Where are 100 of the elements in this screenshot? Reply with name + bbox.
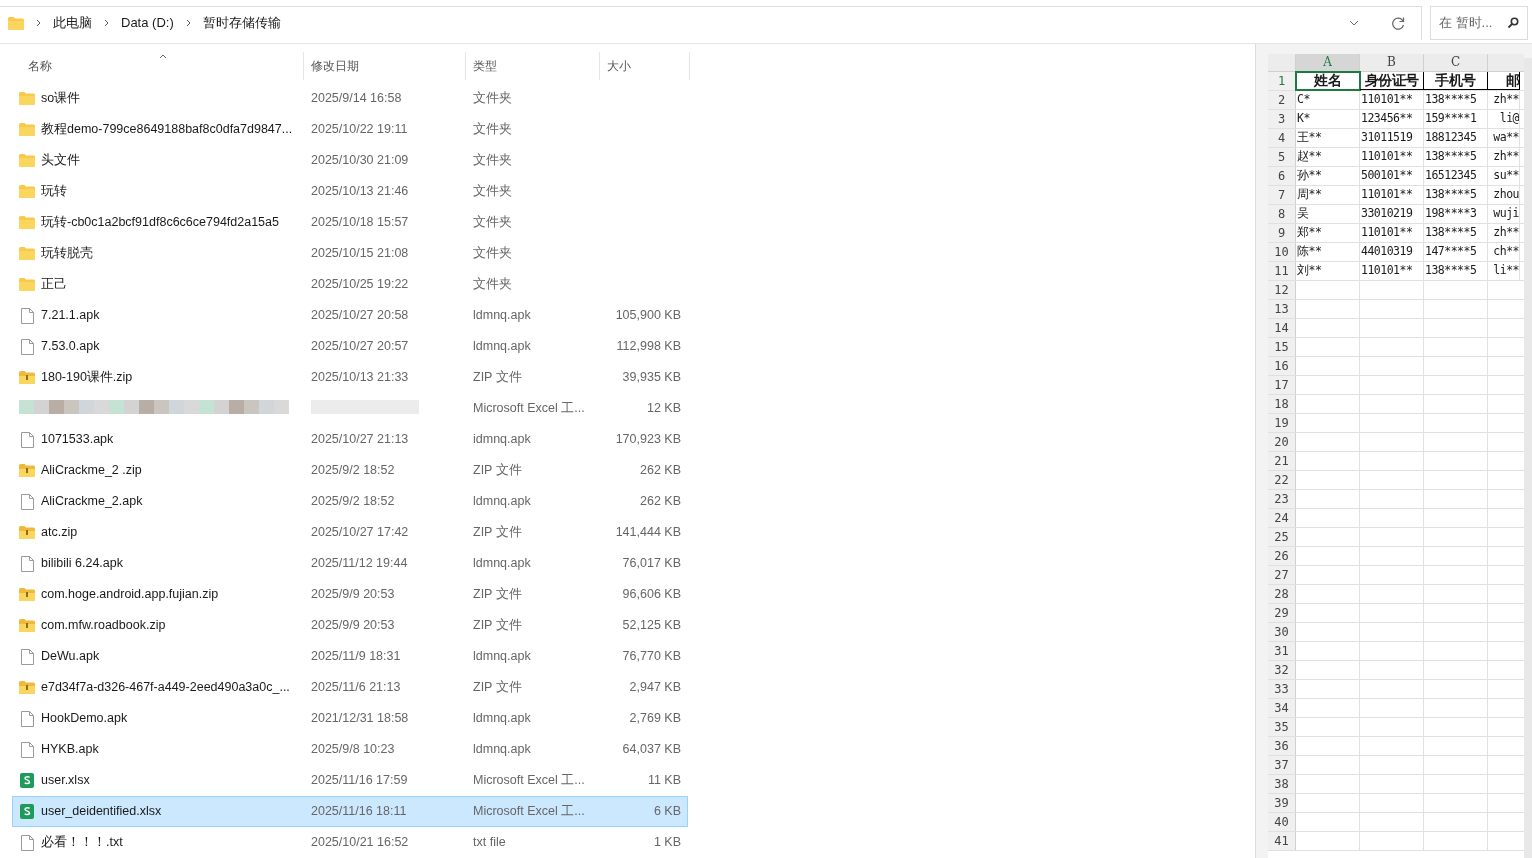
spreadsheet-cell: zh**	[1488, 91, 1520, 109]
file-size: 12 KB	[646, 400, 681, 418]
file-row[interactable]: atc.zip 2025/10/27 17:42 ZIP 文件 141,444 KB	[12, 517, 688, 548]
row-number: 25	[1268, 528, 1296, 546]
file-row[interactable]: 玩转 2025/10/13 21:46 文件夹	[12, 176, 688, 207]
file-row[interactable]: 教程demo-799ce8649188baf8c0dfa7d9847... 2025/10/22 19:11 文件夹	[12, 114, 688, 145]
spreadsheet-cell: 138****5	[1424, 224, 1488, 242]
chevron-down-icon[interactable]	[1349, 20, 1359, 26]
file-row[interactable]: 180-190课件.zip 2025/10/13 21:33 ZIP 文件 39,935 KB	[12, 362, 688, 393]
modified-date: 2025/9/2 18:52	[311, 463, 395, 478]
file-row[interactable]: 正己 2025/10/25 19:22 文件夹	[12, 269, 688, 300]
file-type: ldmnq.apk	[473, 556, 531, 571]
zip-folder-icon	[19, 526, 35, 539]
spreadsheet-cell: 孙**	[1296, 167, 1360, 185]
file-size: 76,017 KB	[622, 555, 681, 573]
file-row[interactable]: e7d34f7a-d326-467f-a449-2eed490a3a0c_... 2025/11/6 21:13 ZIP 文件 2,947 KB	[12, 672, 688, 703]
column-letter[interactable]: B	[1360, 54, 1424, 71]
file-row[interactable]: 玩转-cb0c1a2bcf91df8c6c6ce794fd2a15a5 2025/10/18 15:57 文件夹	[12, 207, 688, 238]
spreadsheet-cell: 郑**	[1296, 224, 1360, 242]
modified-date: 2025/9/8 10:23	[311, 742, 395, 757]
file-type: ZIP 文件	[473, 370, 522, 385]
file-row[interactable]: user.xlsx 2025/11/16 17:59 Microsoft Excel 工... 11 KB	[12, 765, 688, 796]
column-header[interactable]: 大小	[600, 52, 690, 80]
file-size: 105,900 KB	[615, 307, 681, 325]
row-number: 27	[1268, 566, 1296, 584]
folder-icon	[19, 216, 35, 229]
row-number: 10	[1268, 243, 1296, 261]
column-letter[interactable]: A	[1296, 54, 1360, 71]
file-row[interactable]: 7.21.1.apk 2025/10/27 20:58 ldmnq.apk 105,900 KB	[12, 300, 688, 331]
row-number: 24	[1268, 509, 1296, 527]
file-type: ldmnq.apk	[473, 742, 531, 757]
document-icon	[20, 741, 34, 758]
modified-date: 2025/10/27 20:58	[311, 308, 409, 323]
modified-date: 2025/9/14 16:58	[311, 91, 402, 106]
row-number: 28	[1268, 585, 1296, 603]
search-field[interactable]: 在 暂时...	[1430, 5, 1528, 40]
file-row[interactable]: 玩转脱壳 2025/10/15 21:08 文件夹	[12, 238, 688, 269]
scrollbar[interactable]	[1524, 58, 1532, 858]
folder-icon	[19, 123, 35, 136]
row-number: 40	[1268, 813, 1296, 831]
sort-up-icon	[159, 54, 167, 59]
column-header[interactable]: 修改日期	[304, 52, 466, 80]
file-row[interactable]: AliCrackme_2.apk 2025/9/2 18:52 ldmnq.apk 262 KB	[12, 486, 688, 517]
file-type: ldmnq.apk	[473, 308, 531, 323]
file-name: e7d34f7a-d326-467f-a449-2eed490a3a0c_...	[41, 679, 290, 697]
file-row[interactable]: 1071533.apk 2025/10/27 21:13 idmnq.apk 170,923 KB	[12, 424, 688, 455]
file-type: 文件夹	[473, 277, 512, 292]
file-row[interactable]: DeWu.apk 2025/11/9 18:31 ldmnq.apk 76,770 KB	[12, 641, 688, 672]
file-name: AliCrackme_2.apk	[41, 493, 143, 511]
spreadsheet-cell: 159****1	[1424, 110, 1488, 128]
file-type: Microsoft Excel 工...	[473, 401, 585, 416]
row-number: 3	[1268, 110, 1296, 128]
file-row[interactable]: Microsoft Excel 工... 12 KB	[12, 393, 688, 424]
file-size: 170,923 KB	[615, 431, 681, 449]
row-number: 14	[1268, 319, 1296, 337]
file-type: 文件夹	[473, 91, 512, 106]
file-type: 文件夹	[473, 122, 512, 137]
breadcrumb-item[interactable]: Data (D:)	[121, 13, 174, 33]
document-icon	[20, 338, 34, 355]
file-type: txt file	[473, 835, 506, 850]
column-header[interactable]: 类型	[466, 52, 600, 80]
spreadsheet-cell: 吴	[1296, 205, 1360, 223]
file-name: HookDemo.apk	[41, 710, 128, 728]
file-row[interactable]: HookDemo.apk 2021/12/31 18:58 ldmnq.apk 2,769 KB	[12, 703, 688, 734]
file-row[interactable]: HYKB.apk 2025/9/8 10:23 ldmnq.apk 64,037 KB	[12, 734, 688, 765]
modified-date: 2025/11/6 21:13	[311, 680, 401, 695]
file-name: AliCrackme_2 .zip	[41, 462, 142, 480]
breadcrumb-item[interactable]: 暂时存储传输	[202, 13, 281, 33]
breadcrumb-item[interactable]: 此电脑	[53, 13, 92, 33]
modified-date: 2025/9/9 20:53	[311, 618, 395, 633]
folder-icon	[19, 247, 35, 260]
file-row[interactable]: com.hoge.android.app.fujian.zip 2025/9/9 20:53 ZIP 文件 96,606 KB	[12, 579, 688, 610]
file-name: 180-190课件.zip	[41, 369, 133, 387]
file-size: 2,769 KB	[629, 710, 681, 728]
chevron-right-icon	[104, 19, 109, 27]
modified-date: 2025/11/12 19:44	[311, 556, 408, 571]
file-row[interactable]: user_deidentified.xlsx 2025/11/16 18:11 Microsoft Excel 工... 6 KB	[12, 796, 688, 827]
file-row[interactable]: so课件 2025/9/14 16:58 文件夹	[12, 83, 688, 114]
row-number: 5	[1268, 148, 1296, 166]
file-row[interactable]: AliCrackme_2 .zip 2025/9/2 18:52 ZIP 文件 262 KB	[12, 455, 688, 486]
row-number: 1	[1268, 72, 1296, 90]
folder-icon	[8, 16, 24, 30]
spreadsheet-cell: 138****5	[1424, 262, 1488, 280]
file-type: ldmnq.apk	[473, 649, 531, 664]
file-name: 必看！！！.txt	[41, 834, 123, 852]
column-header[interactable]: 名称	[12, 52, 304, 80]
file-type: 文件夹	[473, 246, 512, 261]
spreadsheet-cell: 赵**	[1296, 148, 1360, 166]
row-number: 19	[1268, 414, 1296, 432]
refresh-icon[interactable]	[1391, 16, 1405, 30]
file-row[interactable]: 必看！！！.txt 2025/10/21 16:52 txt file 1 KB	[12, 827, 688, 858]
file-row[interactable]: bilibili 6.24.apk 2025/11/12 19:44 ldmnq.apk 76,017 KB	[12, 548, 688, 579]
row-number: 36	[1268, 737, 1296, 755]
file-name: atc.zip	[41, 524, 78, 542]
file-name: 玩转	[41, 183, 67, 201]
row-number: 38	[1268, 775, 1296, 793]
file-row[interactable]: 7.53.0.apk 2025/10/27 20:57 ldmnq.apk 112,998 KB	[12, 331, 688, 362]
column-letter[interactable]: C	[1424, 54, 1488, 71]
file-row[interactable]: 头文件 2025/10/30 21:09 文件夹	[12, 145, 688, 176]
file-row[interactable]: com.mfw.roadbook.zip 2025/9/9 20:53 ZIP 文件 52,125 KB	[12, 610, 688, 641]
